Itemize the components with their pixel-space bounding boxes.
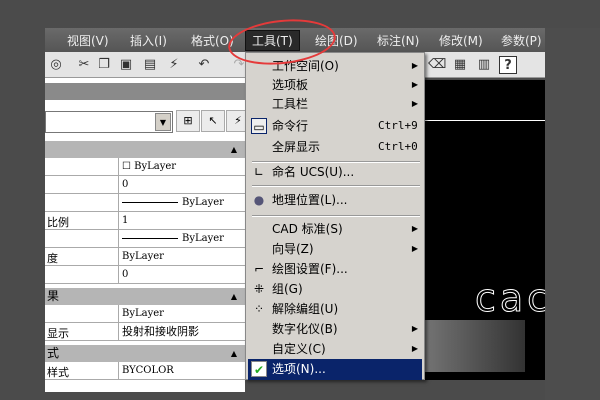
sheet-set-icon[interactable]: ▦ [451, 56, 469, 74]
table-row[interactable]: ByLayer [45, 230, 245, 248]
globe-icon: ● [253, 193, 265, 207]
block-edit-icon[interactable]: ⚡ [165, 56, 183, 74]
menu-item-cad-standards[interactable]: CAD 标准(S) ▶ [248, 219, 422, 239]
object-select-combo[interactable]: ▼ [45, 111, 173, 133]
properties-panel: ▼ ⊞ ↖ ⚡ ▲ ☐ ByLayer 0 ByLayer 比例 1 ByLaye… [45, 78, 250, 392]
table-row[interactable]: 度 ByLayer [45, 248, 245, 266]
menu-item-ungroup[interactable]: ⁘ 解除编组(U) [248, 299, 422, 319]
submenu-arrow-icon: ▶ [411, 224, 418, 233]
submenu-arrow-icon: ▶ [411, 61, 418, 70]
collapse-icon: ▲ [230, 349, 237, 358]
menu-item-named-ucs[interactable]: ∟ 命名 UCS(U)... [248, 162, 422, 182]
menu-item-palettes[interactable]: 选项板 ▶ [248, 75, 422, 95]
canvas-text: cac [474, 276, 553, 321]
table-row[interactable]: 比例 1 [45, 212, 245, 230]
menu-dimension[interactable]: 标注(N) [377, 32, 419, 49]
command-line-icon: ▭ [251, 118, 267, 134]
linetype-sample [122, 202, 178, 203]
drafting-settings-icon: ⌐ [253, 262, 265, 276]
menu-item-wizards[interactable]: 向导(Z) ▶ [248, 239, 422, 259]
cut-icon[interactable]: ✂ [75, 56, 93, 74]
background-window [545, 28, 600, 400]
group-icon: ⁜ [253, 282, 265, 296]
drawn-line [425, 120, 545, 121]
tools-dropdown-menu: 工作空间(O) ▶ 选项板 ▶ 工具栏 ▶ ▭ 命令行 Ctrl+9 全屏显示 Ctrl+0… [245, 52, 425, 380]
ungroup-icon: ⁘ [253, 302, 265, 316]
lineweight-sample [122, 238, 178, 239]
match-properties-icon[interactable]: ▤ [141, 56, 159, 74]
menu-item-command-line[interactable]: ▭ 命令行 Ctrl+9 [248, 116, 422, 136]
table-row[interactable]: 显示 投射和接收阴影 [45, 323, 245, 341]
table-row[interactable]: ☐ ByLayer [45, 158, 245, 176]
table-row[interactable]: 0 [45, 176, 245, 194]
calculator-icon[interactable]: ▥ [475, 56, 493, 74]
menu-item-toolbars[interactable]: 工具栏 ▶ [248, 94, 422, 114]
menu-item-drafting-settings[interactable]: ⌐ 绘图设置(F)... [248, 259, 422, 279]
copy-icon[interactable]: ❐ [95, 56, 113, 74]
eraser-icon[interactable]: ⌫ [428, 56, 446, 74]
submenu-arrow-icon: ▶ [411, 80, 418, 89]
menu-item-customize[interactable]: 自定义(C) ▶ [248, 339, 422, 359]
menu-item-clean-screen[interactable]: 全屏显示 Ctrl+0 [248, 137, 422, 157]
menu-item-group[interactable]: ⁜ 组(G) [248, 279, 422, 299]
menu-insert[interactable]: 插入(I) [130, 32, 167, 49]
submenu-arrow-icon: ▶ [411, 344, 418, 353]
menu-parametric[interactable]: 参数(P) [501, 32, 542, 49]
submenu-arrow-icon: ▶ [411, 99, 418, 108]
section-general[interactable]: ▲ [45, 141, 245, 158]
menu-item-geographic-location[interactable]: ● 地理位置(L)... [248, 190, 422, 210]
paste-icon[interactable]: ▣ [117, 56, 135, 74]
undo-icon[interactable]: ↶ [195, 56, 213, 74]
menu-item-options[interactable]: ✔ 选项(N)... [248, 359, 422, 380]
help-icon[interactable]: ? [499, 56, 517, 74]
submenu-arrow-icon: ▶ [411, 324, 418, 333]
submenu-arrow-icon: ▶ [411, 244, 418, 253]
chevron-down-icon[interactable]: ▼ [155, 113, 171, 131]
menu-separator [252, 185, 420, 187]
table-row[interactable]: 0 [45, 266, 245, 284]
collapse-icon: ▲ [230, 292, 237, 301]
panel-header [45, 83, 245, 100]
select-objects-icon[interactable]: ↖ [201, 110, 225, 132]
cloud-icon[interactable]: ◎ [47, 56, 65, 74]
menu-item-tablet[interactable]: 数字化仪(B) ▶ [248, 319, 422, 339]
menu-separator [252, 215, 420, 217]
table-row[interactable]: ByLayer [45, 194, 245, 212]
collapse-icon: ▲ [230, 145, 237, 154]
ucs-icon: ∟ [253, 165, 265, 179]
options-check-icon: ✔ [251, 361, 267, 377]
blurred-region [420, 320, 525, 372]
toggle-pickadd-icon[interactable]: ⊞ [176, 110, 200, 132]
menu-modify[interactable]: 修改(M) [439, 32, 483, 49]
section-3d-effects[interactable]: 果 ▲ [45, 288, 245, 305]
table-row[interactable]: 样式 BYCOLOR [45, 362, 245, 380]
section-plot-style[interactable]: 式 ▲ [45, 345, 245, 362]
table-row[interactable]: ByLayer [45, 305, 245, 323]
menu-view[interactable]: 视图(V) [67, 32, 109, 49]
